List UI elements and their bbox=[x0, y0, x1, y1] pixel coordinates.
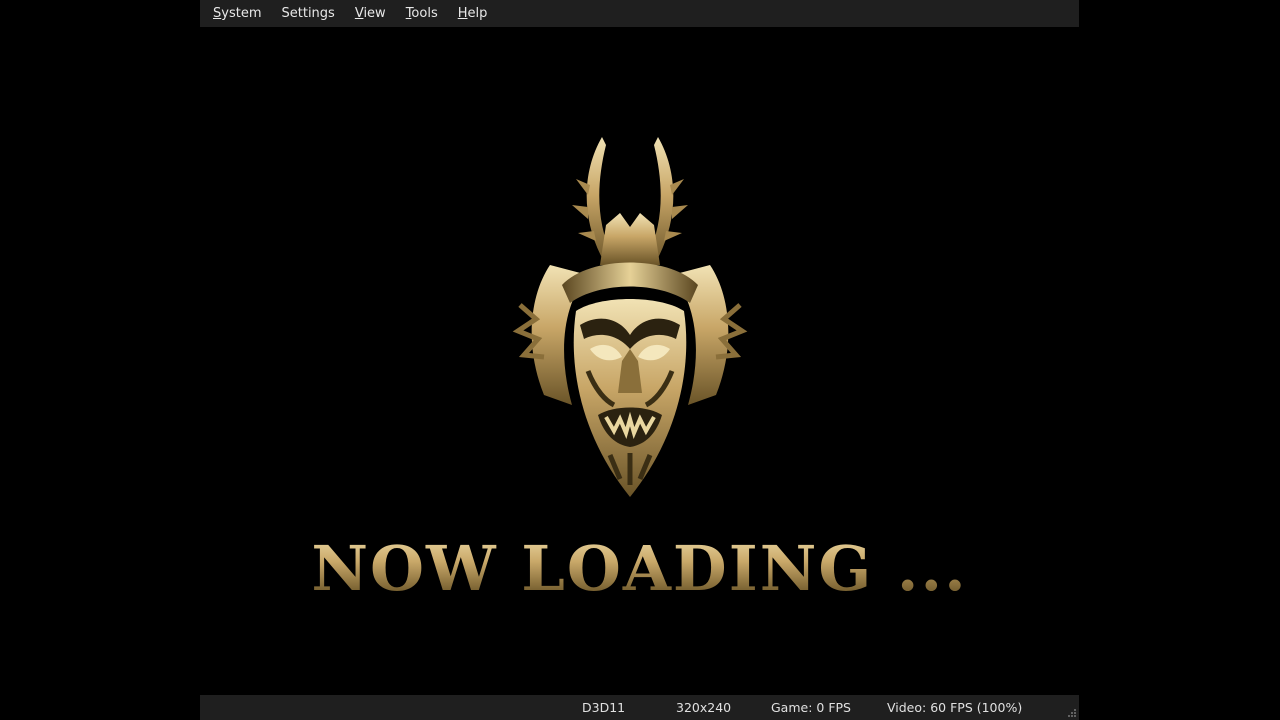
resolution-status: 320x240 bbox=[676, 700, 732, 715]
emulator-window: System Settings View Tools Help NOW LOAD… bbox=[200, 0, 1079, 720]
menu-tools[interactable]: Tools bbox=[398, 0, 446, 27]
renderer-status: D3D11 bbox=[582, 700, 626, 715]
demon-mask-icon bbox=[512, 137, 748, 497]
menu-settings[interactable]: Settings bbox=[274, 0, 343, 27]
menu-bar: System Settings View Tools Help bbox=[200, 0, 1079, 27]
menu-view[interactable]: View bbox=[347, 0, 394, 27]
status-bar: D3D11 320x240 Game: 0 FPS Video: 60 FPS … bbox=[200, 695, 1079, 720]
video-fps-status: Video: 60 FPS (100%) bbox=[887, 700, 1023, 715]
now-loading-text: NOW LOADING ... bbox=[200, 529, 1079, 609]
menu-system[interactable]: System bbox=[205, 0, 270, 27]
menu-help[interactable]: Help bbox=[450, 0, 496, 27]
resize-grip-icon[interactable] bbox=[1067, 708, 1077, 718]
game-viewport[interactable]: NOW LOADING ... bbox=[200, 27, 1079, 695]
game-fps-status: Game: 0 FPS bbox=[771, 700, 851, 715]
